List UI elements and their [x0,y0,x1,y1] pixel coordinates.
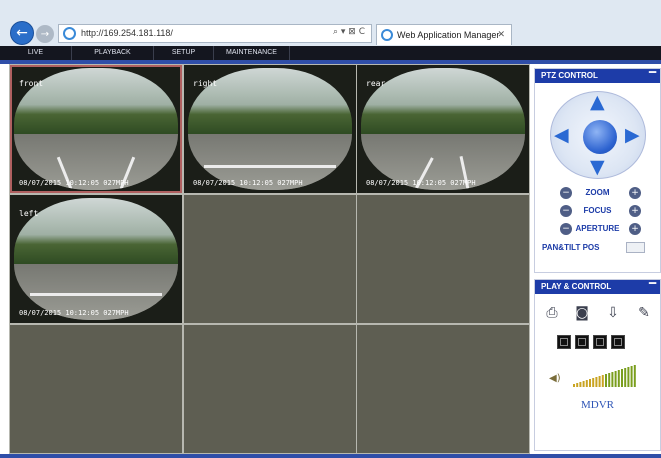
volume-bar [576,383,579,387]
volume-bar [611,372,614,387]
snapshot-icon[interactable]: ◙ [573,304,591,322]
play-control-header: PLAY & CONTROL ▔ [535,280,660,294]
volume-bar [608,373,611,387]
menu-setup[interactable]: SETUP [154,46,214,60]
volume-bar [605,374,607,387]
aperture-label: APERTURE [575,224,620,233]
camera-feed [14,198,178,320]
arrow-right-icon: → [40,28,50,40]
camera-tile-empty[interactable] [184,195,356,323]
menu-playback[interactable]: PLAYBACK [72,46,154,60]
volume-bar [627,367,630,387]
play-control-panel: PLAY & CONTROL ▔ ⎙ ◙ ⇩ ✎ ◀) MDVR [534,279,661,451]
layout-9-button[interactable] [593,335,607,349]
focus-control: − FOCUS + [535,204,660,219]
volume-bar [633,365,636,387]
aperture-control: − APERTURE + [535,222,660,237]
ptz-center-button[interactable] [583,120,617,154]
focus-label: FOCUS [583,206,612,215]
arrow-up-icon[interactable]: ▲ [590,93,605,112]
camera-tile-empty[interactable] [10,325,182,453]
pan-tilt-position-field[interactable] [626,242,645,253]
ptz-direction-pad: ▲ ▼ ◀ ▶ [550,91,646,179]
arrow-left-icon: ← [16,25,28,41]
camera-tile-empty[interactable] [357,195,529,323]
tab-close-icon[interactable]: ✕ [497,29,505,40]
camera-tile-empty[interactable] [184,325,356,453]
volume-bar [579,382,582,387]
camera-timestamp: 08/07/2015 10:12:05 027MPH [19,309,129,317]
camera-timestamp: 08/07/2015 10:12:05 027MPH [19,179,129,187]
menu-live[interactable]: LIVE [0,46,72,60]
record-icon[interactable]: ⎙ [543,304,561,322]
volume-bar [585,380,588,387]
minimize-icon[interactable]: ▔ [649,70,656,84]
download-icon[interactable]: ⇩ [604,304,622,322]
camera-tile-rear[interactable]: rear 08/07/2015 10:12:05 027MPH [357,65,529,193]
focus-plus-button[interactable]: + [629,205,641,217]
app-menubar: LIVE PLAYBACK SETUP MAINTENANCE [0,46,661,60]
forward-button[interactable]: → [36,25,54,43]
camera-name: left [19,209,39,218]
ptz-panel-header: PTZ CONTROL ▔ [535,69,660,83]
settings-pen-icon[interactable]: ✎ [635,304,653,322]
volume-bar [573,384,575,387]
volume-bar [614,371,617,387]
address-url[interactable]: http://169.254.181.118/ [81,28,173,38]
camera-name: right [193,79,218,88]
camera-feed [361,68,525,190]
ptz-panel-title: PTZ CONTROL [541,71,598,80]
volume-slider[interactable] [573,365,637,387]
layout-16-button[interactable] [611,335,625,349]
volume-bar [624,368,627,387]
ie-logo-icon [381,29,393,41]
volume-bar [598,376,601,387]
layout-1-button[interactable] [557,335,571,349]
menu-maintenance[interactable]: MAINTENANCE [214,46,290,60]
ptz-panel: PTZ CONTROL ▔ ▲ ▼ ◀ ▶ − ZOOM + − FOCUS +… [534,68,661,273]
volume-bar [630,366,633,387]
ie-logo-icon [63,27,76,40]
camera-tile-empty[interactable] [357,325,529,453]
arrow-down-icon[interactable]: ▼ [590,158,605,177]
lane-line [204,164,336,168]
zoom-control: − ZOOM + [535,186,660,201]
volume-bar [601,375,604,387]
layout-4-button[interactable] [575,335,589,349]
minimize-icon[interactable]: ▔ [649,281,656,295]
lane-line [30,293,162,297]
play-control-title: PLAY & CONTROL [541,282,612,291]
brand-label: MDVR [580,399,614,411]
arrow-right-icon[interactable]: ▶ [625,126,640,145]
camera-timestamp: 08/07/2015 10:12:05 027MPH [366,179,476,187]
arrow-left-icon[interactable]: ◀ [554,126,569,145]
aperture-plus-button[interactable]: + [629,223,641,235]
volume-bar [621,369,623,387]
speaker-icon[interactable]: ◀) [549,373,561,384]
tab-title: Web Application Manager [397,30,500,40]
back-button[interactable]: ← [10,21,34,45]
camera-tile-front[interactable]: front 08/07/2015 10:12:05 027MPH [10,65,182,193]
video-grid: front 08/07/2015 10:12:05 027MPH right 0… [9,64,530,454]
volume-bar [582,381,585,387]
volume-bar [589,379,591,387]
zoom-label: ZOOM [585,188,610,197]
zoom-in-button[interactable]: + [629,187,641,199]
volume-bar [617,370,620,387]
volume-bar [592,378,595,387]
volume-bar [595,377,598,387]
camera-tile-left[interactable]: left 08/07/2015 10:12:05 027MPH [10,195,182,323]
address-bar[interactable]: http://169.254.181.118/ ⌕ ▾ ⊠ C [58,24,372,43]
browser-toolbar: ← → http://169.254.181.118/ ⌕ ▾ ⊠ C Web … [0,0,661,46]
browser-tab[interactable]: Web Application Manager ✕ [376,24,512,45]
bottom-bar [0,454,661,458]
camera-timestamp: 08/07/2015 10:12:05 027MPH [193,179,303,187]
camera-tile-right[interactable]: right 08/07/2015 10:12:05 027MPH [184,65,356,193]
pan-tilt-label: PAN&TILT POS [542,243,600,252]
address-controls[interactable]: ⌕ ▾ ⊠ C [333,27,365,37]
camera-name: front [19,79,44,88]
camera-name: rear [366,79,386,88]
